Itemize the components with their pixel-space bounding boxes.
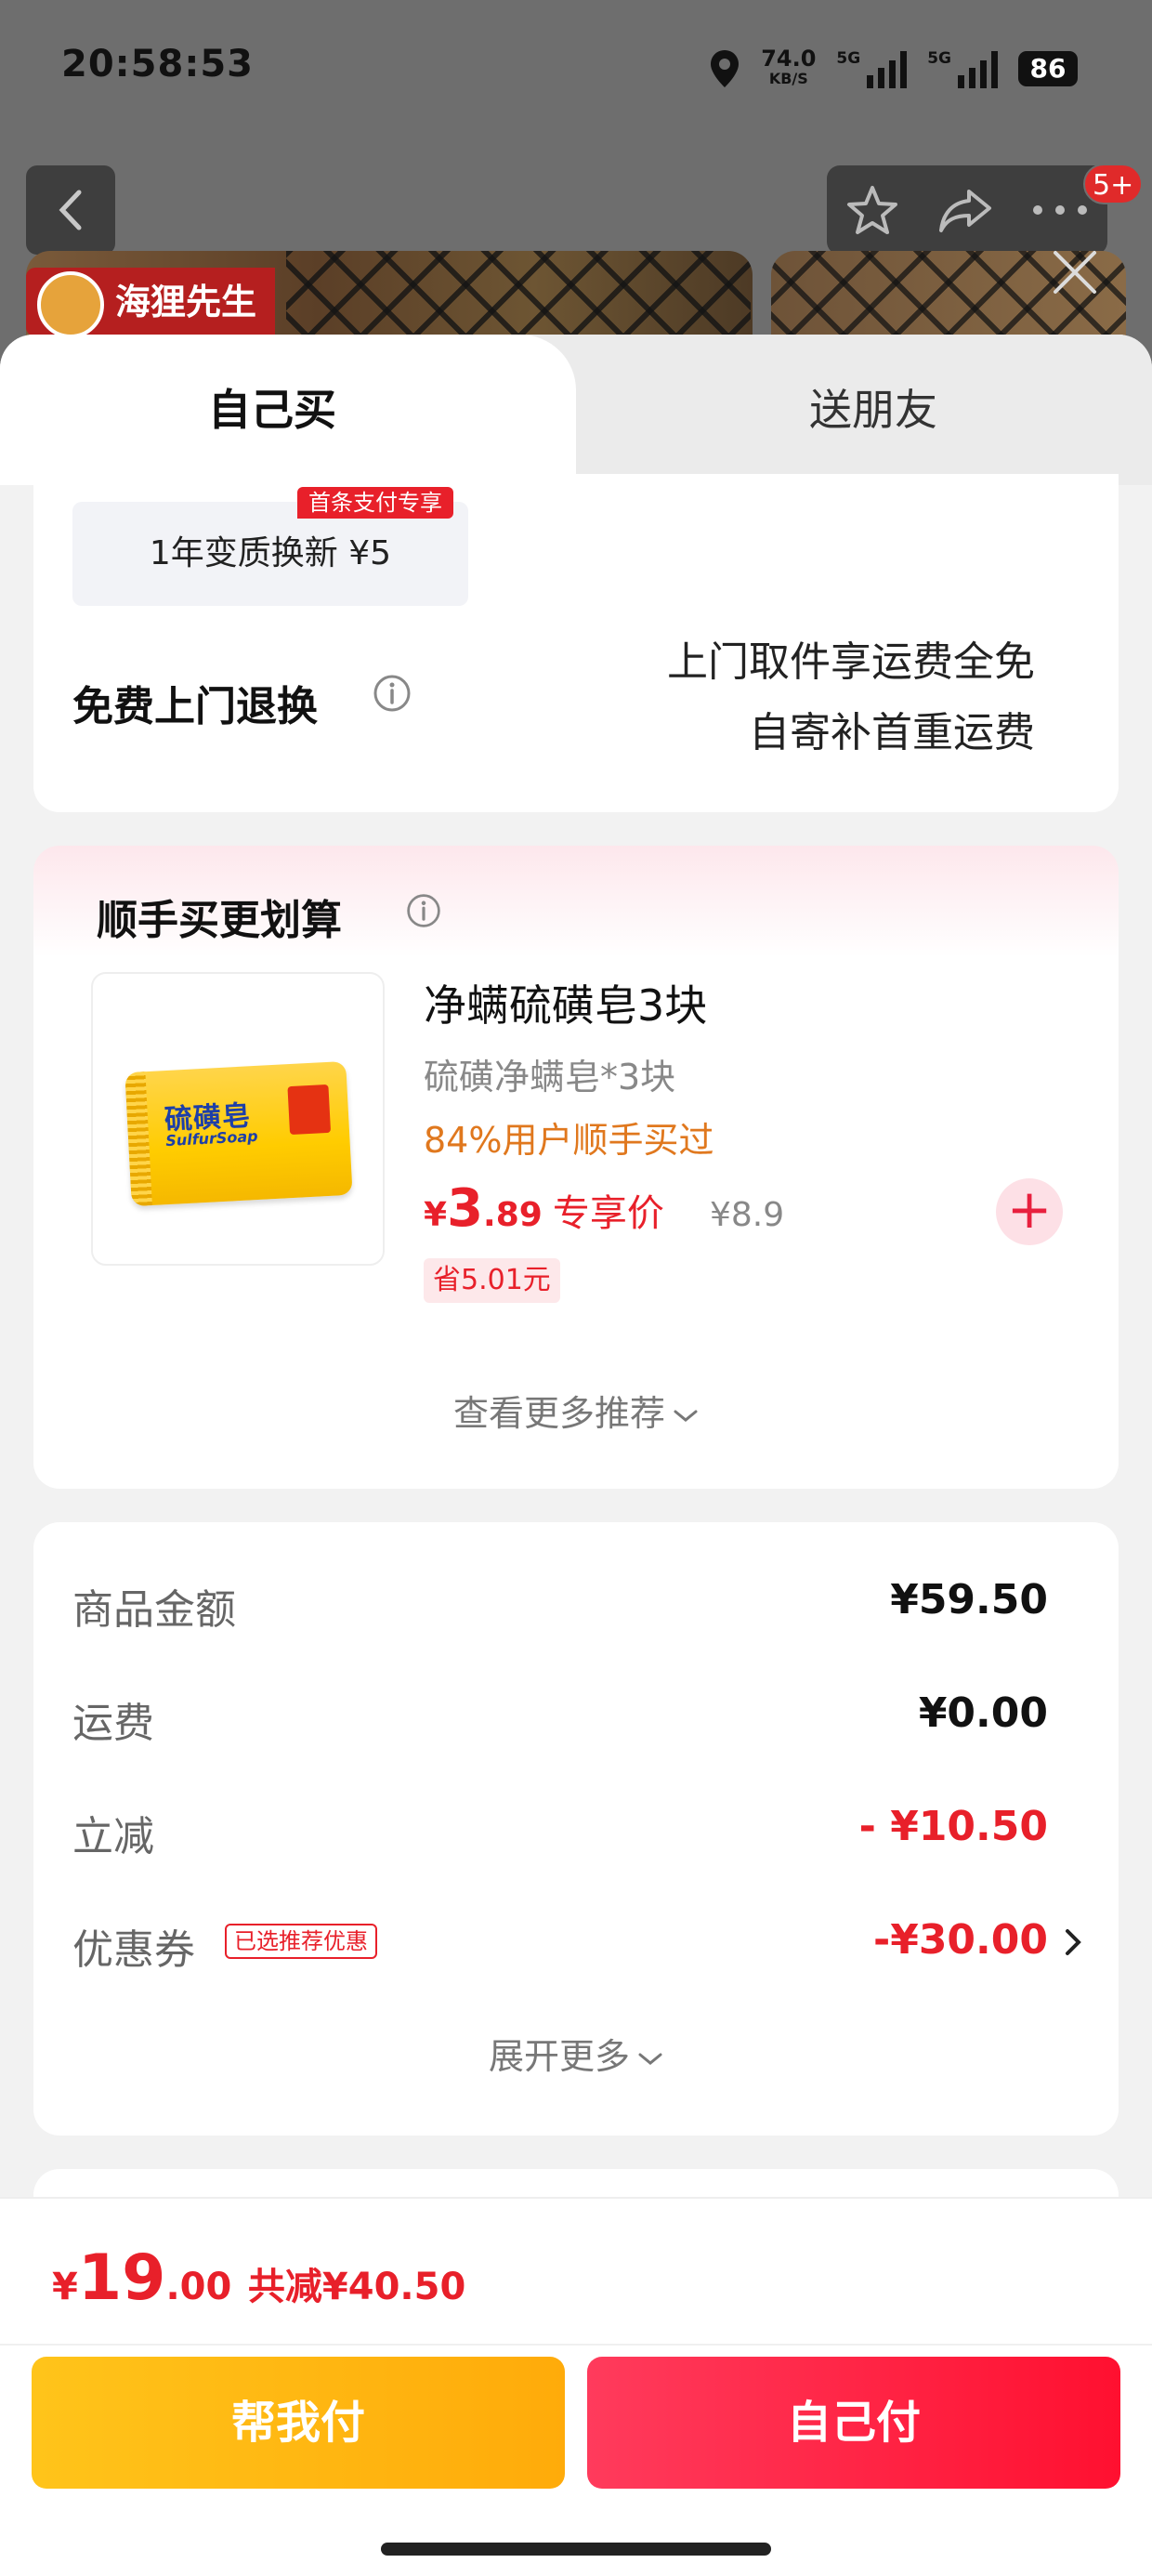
close-icon[interactable] [1042,240,1107,305]
product-nav [0,165,1152,255]
service-option-tag: 首条支付专享 [297,487,453,519]
return-title: 免费上门退换 [72,683,318,730]
price-summary-card: 商品金额 ¥59.50 运费 ¥0.00 立减 - ¥10.50 优惠券 已选推… [33,1522,1119,2136]
back-button[interactable] [26,165,115,255]
return-pickup-note: 上门取件享运费全免 [667,638,1035,686]
checkout-bar: ¥19.00 共减¥40.50 帮我付 自己付 [0,2197,1152,2576]
upsell-product-name[interactable]: 净螨硫磺皂3块 [424,972,707,1033]
upsell-title: 顺手买更划算 [97,897,342,944]
expand-more[interactable]: 展开更多 [33,2028,1119,2079]
summary-row-coupon[interactable]: 优惠券 已选推荐优惠 -¥30.00 [72,1916,1081,1974]
chevron-left-icon [59,190,82,230]
status-time: 20:58:53 [61,43,254,85]
tab-send-friend[interactable]: 送朋友 [595,335,1152,485]
add-upsell-button[interactable]: + [996,1178,1063,1245]
upsell-product-image[interactable]: 硫磺皂 SulfurSoap [91,972,385,1266]
total-price: ¥19.00 共减¥40.50 [52,2241,466,2315]
battery-icon: 86 [1018,51,1078,86]
status-icons: 74.0 KB/S 5G 5G 86 [709,43,1078,95]
info-icon[interactable] [372,673,412,714]
divider [0,2344,1152,2346]
brand-logo [37,271,104,338]
upsell-price: ¥3.89 专享价 ¥8.9 [424,1178,785,1239]
network-speed: 74.0 KB/S [761,46,817,87]
chevron-down-icon [638,2053,662,2065]
self-pay-button[interactable]: 自己付 [587,2357,1120,2489]
coupon-tag: 已选推荐优惠 [225,1924,377,1959]
more-recommendations[interactable]: 查看更多推荐 [33,1385,1119,1436]
brand-tag: 海狸先生 [26,268,276,338]
notification-badge: 5+ [1083,164,1144,204]
exclusive-price-label: 专享价 [552,1192,664,1235]
location-icon [711,50,740,87]
service-card: 1年变质换新 ¥5 首条支付专享 免费上门退换 上门取件享运费全免 自寄补首重运… [33,474,1119,812]
total-saved: 共减¥40.50 [247,2266,466,2308]
status-bar: 20:58:53 74.0 KB/S 5G 5G 86 [0,0,1152,139]
summary-row-shipping: 运费 ¥0.00 [72,1689,1048,1747]
upsell-buy-rate: 84%用户顺手买过 [424,1120,714,1161]
return-self-ship-note: 自寄补首重运费 [749,709,1035,756]
original-price: ¥8.9 [710,1196,785,1234]
signal-1-icon: 5G [836,49,908,88]
chevron-down-icon [674,1410,698,1422]
info-icon[interactable] [405,892,442,929]
star-icon[interactable] [844,182,900,238]
share-icon[interactable] [936,182,995,238]
upsell-card: 顺手买更划算 硫磺皂 SulfurSoap 净螨硫磺皂3块 硫磺净螨皂*3块 8… [33,846,1119,1489]
purchase-tabs: 送朋友 自己买 [0,335,1152,485]
home-indicator[interactable] [381,2543,771,2556]
summary-row-goods: 商品金额 ¥59.50 [72,1576,1048,1634]
upsell-product-spec: 硫磺净螨皂*3块 [424,1057,676,1097]
more-icon[interactable] [1030,201,1090,219]
save-badge: 省5.01元 [424,1258,560,1303]
tab-buy-self[interactable]: 自己买 [0,335,576,485]
chevron-right-icon [1066,1929,1081,1955]
soap-package: 硫磺皂 SulfurSoap [124,1060,353,1207]
help-pay-button[interactable]: 帮我付 [32,2357,565,2489]
signal-2-icon: 5G [927,49,998,88]
summary-row-discount: 立减 - ¥10.50 [72,1803,1048,1860]
